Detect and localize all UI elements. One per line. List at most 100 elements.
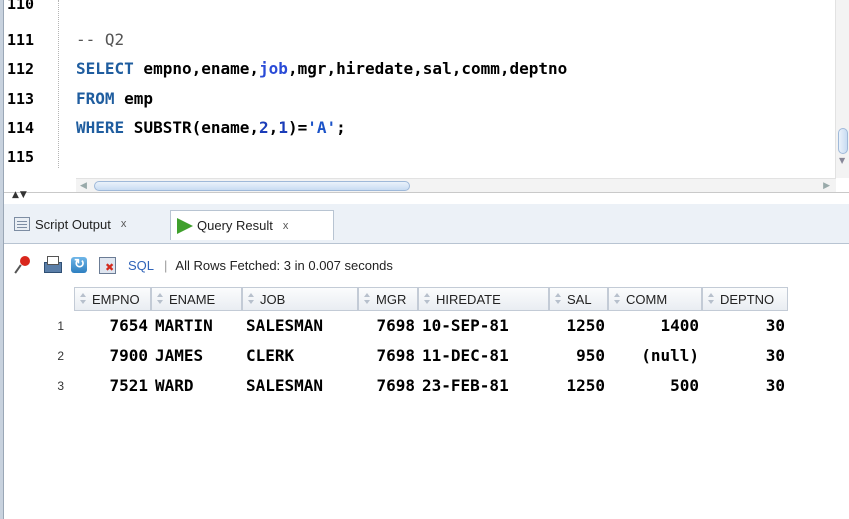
column-header-comm[interactable]: COMM [608,287,702,311]
sort-icon[interactable] [363,292,372,306]
row-number: 3 [57,379,64,393]
line-number: 110 [7,0,35,13]
cell-comm[interactable]: 500 [608,374,699,398]
column-header-hiredate[interactable]: HIREDATE [418,287,549,311]
cell-hiredate[interactable]: 10-SEP-81 [422,314,546,338]
sql-link[interactable]: SQL [128,258,154,273]
sql-text: SUBSTR(ename, [124,118,260,137]
cell-mgr[interactable]: 7698 [358,314,415,338]
sort-icon[interactable] [247,292,256,306]
scroll-right-arrow-icon[interactable]: ▶ [823,181,830,191]
refresh-icon[interactable] [70,255,90,275]
cell-ename[interactable]: JAMES [155,344,241,368]
table-row[interactable]: 1 7654 MARTIN SALESMAN 7698 10-SEP-81 12… [4,314,794,338]
tab-script-output[interactable]: Script Output x [8,210,168,238]
cell-mgr[interactable]: 7698 [358,344,415,368]
script-output-icon [14,217,30,231]
cell-job[interactable]: SALESMAN [246,314,356,338]
cell-mgr[interactable]: 7698 [358,374,415,398]
cell-ename[interactable]: MARTIN [155,314,241,338]
sql-string: 'A' [307,118,337,137]
cell-comm[interactable]: (null) [608,344,699,368]
pin-icon[interactable] [14,255,34,275]
cell-ename[interactable]: WARD [155,374,241,398]
line-number: 112 [7,60,35,78]
cancel-query-icon[interactable] [98,255,118,275]
cell-empno[interactable]: 7521 [74,374,148,398]
sort-icon[interactable] [79,292,88,306]
column-header-label: EMPNO [92,291,140,307]
tab-label: Script Output [35,216,111,232]
cell-deptno[interactable]: 30 [702,344,785,368]
sql-identifier: job [259,59,288,78]
cell-job[interactable]: CLERK [246,344,356,368]
code-line-where[interactable]: WHERE SUBSTR(ename,2,1)='A'; [76,118,346,138]
editor-horizontal-scrollbar[interactable]: ◀ ▶ [76,178,836,192]
tab-query-result[interactable]: Query Result x [170,210,334,240]
sort-icon[interactable] [423,292,432,306]
column-header-mgr[interactable]: MGR [358,287,418,311]
row-number: 2 [57,349,64,363]
table-row[interactable]: 3 7521 WARD SALESMAN 7698 23-FEB-81 1250… [4,374,794,398]
cell-sal[interactable]: 1250 [549,374,605,398]
editor-vertical-scrollbar[interactable]: ▼ [835,0,849,178]
sql-text: emp [114,89,154,108]
code-line-comment[interactable]: -- Q2 [76,30,124,50]
scrollbar-thumb[interactable] [94,181,410,191]
cell-hiredate[interactable]: 11-DEC-81 [422,344,546,368]
sql-comment: -- Q2 [76,30,125,49]
line-number: 114 [7,119,35,137]
cell-job[interactable]: SALESMAN [246,374,356,398]
toolbar-separator: | [164,257,168,273]
sort-icon[interactable] [613,292,622,306]
cell-sal[interactable]: 1250 [549,314,605,338]
sql-text: , [268,118,279,137]
fetch-status: All Rows Fetched: 3 in 0.007 seconds [175,257,393,273]
column-header-label: ENAME [169,291,216,307]
column-header-ename[interactable]: ENAME [151,287,242,311]
result-toolbar: SQL | All Rows Fetched: 3 in 0.007 secon… [4,247,849,283]
scrollbar-thumb[interactable] [838,128,848,154]
cell-empno[interactable]: 7654 [74,314,148,338]
column-header-job[interactable]: JOB [242,287,358,311]
sort-icon[interactable] [707,292,716,306]
code-line-select[interactable]: SELECT empno,ename,job,mgr,hiredate,sal,… [76,59,567,79]
line-number: 111 [7,31,35,49]
line-number-gutter: 110 111 112 113 114 115 [4,0,56,170]
sql-number: 2 [259,118,269,137]
cell-sal[interactable]: 950 [549,344,605,368]
column-header-empno[interactable]: EMPNO [74,287,151,311]
sort-icon[interactable] [156,292,165,306]
sql-keyword: FROM [76,89,115,108]
sort-icon[interactable] [554,292,563,306]
column-header-label: MGR [376,291,407,307]
scroll-left-arrow-icon[interactable]: ◀ [80,181,87,191]
close-icon[interactable]: x [121,218,127,230]
run-play-icon [177,217,193,234]
cell-hiredate[interactable]: 23-FEB-81 [422,374,546,398]
line-number: 113 [7,90,35,108]
code-line-from[interactable]: FROM emp [76,89,153,109]
sql-editor[interactable]: 110 111 112 113 114 115 -- Q2 SELECT emp… [4,0,849,192]
splitter-arrows-icon[interactable]: ▲▼ [12,191,28,200]
print-icon[interactable] [42,255,62,275]
column-header-sal[interactable]: SAL [549,287,608,311]
column-header-deptno[interactable]: DEPTNO [702,287,788,311]
sql-text: ; [336,118,346,137]
line-number: 115 [7,148,35,166]
close-icon[interactable]: x [283,220,289,232]
cell-empno[interactable]: 7900 [74,344,148,368]
scroll-down-arrow-icon[interactable]: ▼ [839,156,845,165]
cell-comm[interactable]: 1400 [608,314,699,338]
cell-deptno[interactable]: 30 [702,374,785,398]
query-result-grid[interactable]: EMPNO ENAME JOB MGR HIREDATE SAL COMM DE… [4,285,849,519]
sql-keyword: WHERE [76,118,125,137]
column-header-label: DEPTNO [720,291,775,307]
table-row[interactable]: 2 7900 JAMES CLERK 7698 11-DEC-81 950 (n… [4,344,794,368]
cell-deptno[interactable]: 30 [702,314,785,338]
sql-text: empno,ename, [133,59,260,78]
column-header-label: HIREDATE [436,291,501,307]
pane-splitter[interactable]: ▲▼ [4,191,849,204]
tab-label: Query Result [197,218,273,233]
column-header-label: COMM [626,291,668,307]
